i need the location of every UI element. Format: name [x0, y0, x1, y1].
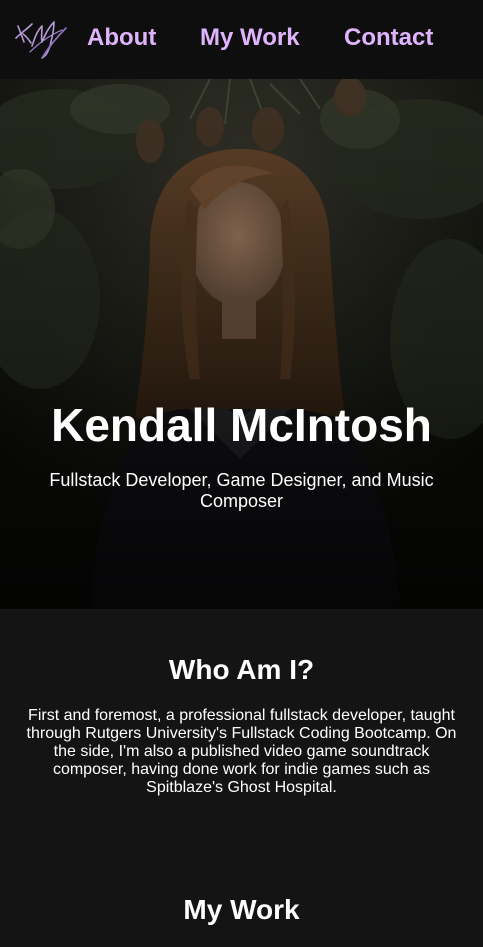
- hero-tagline: Fullstack Developer, Game Designer, and …: [49, 470, 434, 511]
- about-heading: Who Am I?: [168, 654, 315, 685]
- hero-section: Kendall McIntosh Fullstack Developer, Ga…: [0, 79, 483, 609]
- navbar: About My Work Contact: [0, 0, 483, 79]
- my-work-heading: My Work: [183, 894, 300, 925]
- hero-dark-overlay: [0, 79, 483, 609]
- nav-link-my-work[interactable]: My Work: [200, 24, 300, 52]
- about-description: First and foremost, a professional fulls…: [26, 707, 457, 796]
- hero-name-heading: Kendall McIntosh: [51, 399, 432, 451]
- nav-link-about[interactable]: About: [87, 24, 156, 52]
- portfolio-page: About My Work Contact Kendall McIntosh F…: [0, 0, 483, 947]
- about-section: Who Am I? First and foremost, a professi…: [0, 609, 483, 947]
- nav-link-contact[interactable]: Contact: [344, 24, 433, 52]
- nav-links: About My Work Contact: [0, 0, 483, 79]
